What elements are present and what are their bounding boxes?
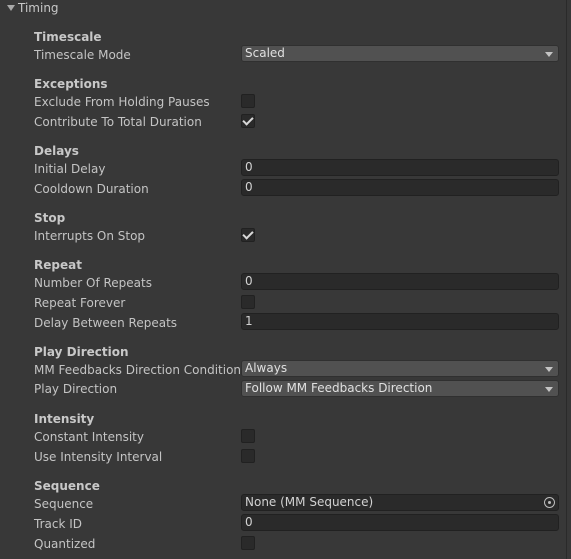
sequence-object-field[interactable]: None (MM Sequence) bbox=[241, 494, 559, 511]
number-of-repeats-label: Number Of Repeats bbox=[34, 276, 152, 290]
use-intensity-interval-label: Use Intensity Interval bbox=[34, 450, 163, 464]
number-of-repeats-field[interactable]: 0 bbox=[241, 273, 559, 290]
quantized-checkbox[interactable] bbox=[241, 536, 255, 550]
section-header-delays: Delays bbox=[34, 144, 79, 158]
cooldown-duration-field[interactable]: 0 bbox=[241, 179, 559, 196]
play-direction-label: Play Direction bbox=[34, 382, 118, 396]
direction-condition-value: Always bbox=[245, 361, 288, 375]
section-header-sequence: Sequence bbox=[34, 479, 100, 493]
timescale-mode-label: Timescale Mode bbox=[34, 48, 131, 62]
section-header-stop: Stop bbox=[34, 211, 66, 225]
section-header-repeat: Repeat bbox=[34, 258, 82, 272]
sequence-value: None (MM Sequence) bbox=[245, 495, 374, 509]
section-header-exceptions: Exceptions bbox=[34, 77, 108, 91]
panel-edge bbox=[566, 0, 567, 559]
chevron-down-icon bbox=[545, 367, 553, 372]
quantized-label: Quantized bbox=[34, 537, 96, 551]
interrupts-on-stop-label: Interrupts On Stop bbox=[34, 229, 146, 243]
section-header-play-direction: Play Direction bbox=[34, 345, 129, 359]
initial-delay-field[interactable]: 0 bbox=[241, 159, 559, 176]
object-picker-icon[interactable] bbox=[544, 497, 555, 508]
sequence-label: Sequence bbox=[34, 497, 94, 511]
play-direction-dropdown[interactable]: Follow MM Feedbacks Direction bbox=[241, 380, 559, 397]
contribute-total-duration-label: Contribute To Total Duration bbox=[34, 115, 202, 129]
constant-intensity-label: Constant Intensity bbox=[34, 430, 144, 444]
direction-condition-dropdown[interactable]: Always bbox=[241, 360, 559, 377]
section-header-timescale: Timescale bbox=[34, 30, 102, 44]
timescale-mode-dropdown[interactable]: Scaled bbox=[241, 45, 559, 62]
chevron-down-icon bbox=[545, 52, 553, 57]
initial-delay-label: Initial Delay bbox=[34, 162, 106, 176]
constant-intensity-checkbox[interactable] bbox=[241, 429, 255, 443]
checkmark-icon bbox=[242, 114, 254, 126]
chevron-down-icon bbox=[545, 387, 553, 392]
contribute-total-duration-checkbox[interactable] bbox=[241, 114, 255, 128]
delay-between-repeats-field[interactable]: 1 bbox=[241, 313, 559, 330]
foldout-arrow-icon[interactable] bbox=[7, 5, 15, 11]
foldout-title: Timing bbox=[18, 1, 59, 15]
timescale-mode-value: Scaled bbox=[245, 46, 285, 60]
cooldown-duration-label: Cooldown Duration bbox=[34, 182, 149, 196]
track-id-label: Track ID bbox=[34, 517, 82, 531]
repeat-forever-checkbox[interactable] bbox=[241, 295, 255, 309]
interrupts-on-stop-checkbox[interactable] bbox=[241, 228, 255, 242]
checkmark-icon bbox=[242, 228, 254, 240]
repeat-forever-label: Repeat Forever bbox=[34, 296, 126, 310]
direction-condition-label: MM Feedbacks Direction Condition bbox=[34, 363, 242, 377]
timing-foldout[interactable]: Timing bbox=[0, 0, 571, 17]
delay-between-repeats-label: Delay Between Repeats bbox=[34, 316, 178, 330]
use-intensity-interval-checkbox[interactable] bbox=[241, 449, 255, 463]
exclude-holding-pauses-label: Exclude From Holding Pauses bbox=[34, 95, 210, 109]
play-direction-value: Follow MM Feedbacks Direction bbox=[245, 381, 433, 395]
section-header-intensity: Intensity bbox=[34, 412, 95, 426]
exclude-holding-pauses-checkbox[interactable] bbox=[241, 94, 255, 108]
track-id-field[interactable]: 0 bbox=[241, 514, 559, 531]
